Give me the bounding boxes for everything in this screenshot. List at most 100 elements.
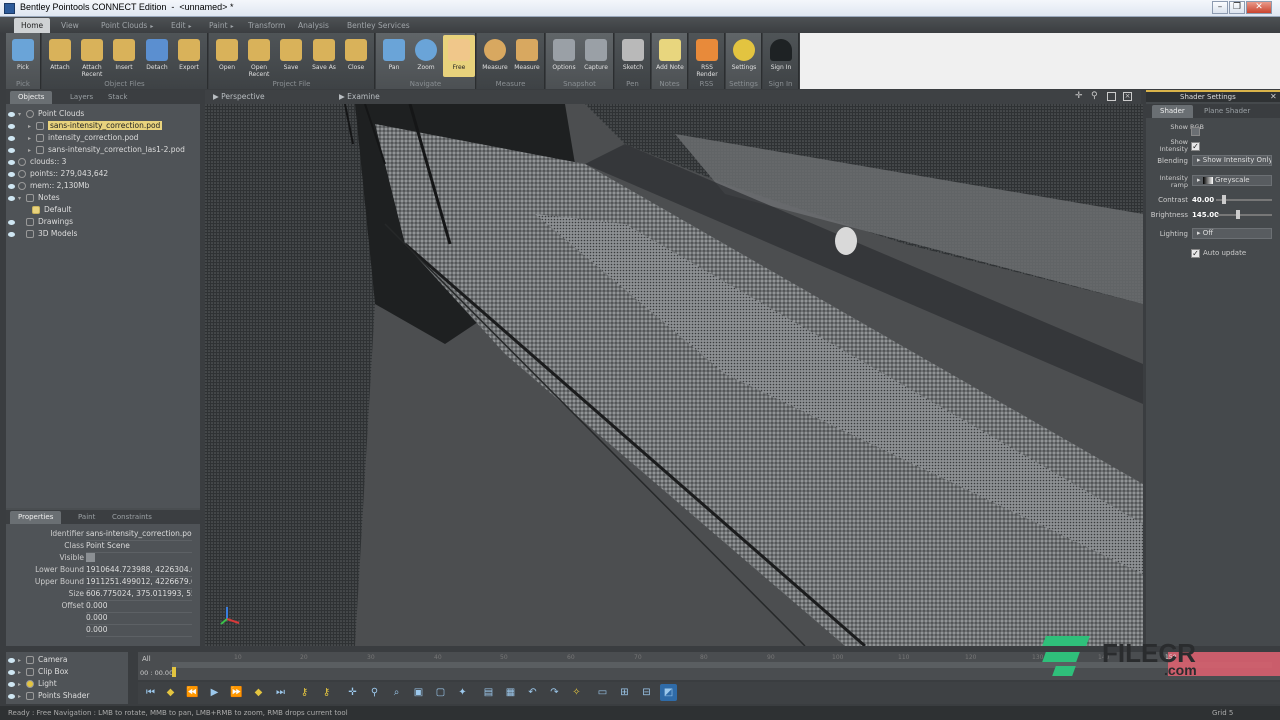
- visibility-eye-icon[interactable]: [8, 123, 15, 129]
- timeline-filter[interactable]: All: [142, 655, 151, 663]
- visibility-eye-icon[interactable]: [8, 681, 15, 687]
- sign-in-button[interactable]: Sign In: [765, 35, 797, 77]
- tab-paint[interactable]: Paint ▸: [202, 18, 241, 33]
- maximize-view-icon[interactable]: [1107, 92, 1116, 101]
- zoom-extents-icon[interactable]: ⌕: [388, 684, 405, 701]
- tab-home[interactable]: Home: [14, 18, 51, 33]
- visibility-eye-icon[interactable]: [8, 195, 15, 201]
- save-as-button[interactable]: Save As: [308, 35, 340, 77]
- pan-tool-icon[interactable]: ✛: [344, 684, 361, 701]
- visibility-eye-icon[interactable]: [8, 135, 15, 141]
- tab-bentley-services[interactable]: Bentley Services: [340, 18, 417, 33]
- minimize-icon[interactable]: –: [1212, 1, 1228, 14]
- step-back-icon[interactable]: ⏪: [184, 684, 201, 701]
- show-rgb-checkbox[interactable]: [1191, 127, 1200, 136]
- visibility-eye-icon[interactable]: [8, 111, 15, 117]
- brightness-slider-track[interactable]: [1216, 214, 1272, 216]
- export-button[interactable]: Export: [173, 35, 205, 77]
- visibility-eye-icon[interactable]: [8, 693, 15, 699]
- frame-icon[interactable]: ▢: [432, 684, 449, 701]
- free-button[interactable]: Free: [443, 35, 475, 77]
- tree-item-pod-file[interactable]: ▸ intensity_correction.pod: [8, 132, 202, 144]
- visibility-eye-icon[interactable]: [8, 219, 15, 225]
- tab-plane-shader[interactable]: Plane Shader: [1196, 105, 1258, 118]
- tree-item-3d-models[interactable]: 3D Models: [8, 228, 202, 240]
- insert-button[interactable]: Insert: [108, 35, 140, 77]
- close-project-button[interactable]: Close: [340, 35, 372, 77]
- tree-item-point-clouds[interactable]: ▾ Point Clouds: [8, 108, 202, 120]
- tab-edit[interactable]: Edit ▸: [164, 18, 199, 33]
- tab-perspective[interactable]: ▶ Perspective: [213, 92, 265, 101]
- key-delete-icon[interactable]: ⚷: [318, 684, 335, 701]
- skip-end-icon[interactable]: ⏭: [272, 684, 289, 701]
- timeline-playhead[interactable]: [172, 667, 176, 677]
- tab-objects[interactable]: Objects: [10, 91, 53, 104]
- open-button[interactable]: Open: [211, 35, 243, 77]
- wand-icon[interactable]: ✧: [568, 684, 585, 701]
- auto-update-checkbox[interactable]: ✓: [1191, 249, 1200, 258]
- pick-button[interactable]: Pick: [7, 35, 39, 77]
- close-view-icon[interactable]: ×: [1123, 92, 1132, 101]
- next-keyframe-icon[interactable]: ◆: [250, 684, 267, 701]
- measure-xyz-button[interactable]: Measure: [479, 35, 511, 77]
- add-keyframe-icon[interactable]: ◆: [162, 684, 179, 701]
- visibility-eye-icon[interactable]: [8, 657, 15, 663]
- attach-button[interactable]: Attach: [44, 35, 76, 77]
- tree-item-light[interactable]: ▸ Light: [8, 678, 128, 690]
- undo-icon[interactable]: ↶: [524, 684, 541, 701]
- layout-split-icon[interactable]: ⊟: [638, 684, 655, 701]
- tab-properties[interactable]: Properties: [10, 511, 62, 524]
- tree-item-default[interactable]: Default: [8, 204, 202, 216]
- detach-button[interactable]: Detach: [141, 35, 173, 77]
- tab-point-clouds[interactable]: Point Clouds ▸: [94, 18, 160, 33]
- tab-shader[interactable]: Shader: [1152, 105, 1193, 118]
- zoom-button[interactable]: Zoom: [410, 35, 442, 77]
- close-icon[interactable]: ✕: [1246, 1, 1272, 14]
- tree-item-points-shader[interactable]: ▸ Points Shader: [8, 690, 128, 702]
- save-button[interactable]: Save: [275, 35, 307, 77]
- film-icon[interactable]: ▤: [480, 684, 497, 701]
- tab-paint[interactable]: Paint: [70, 511, 103, 524]
- film-settings-icon[interactable]: ▦: [502, 684, 519, 701]
- brightness-slider-handle[interactable]: [1236, 210, 1240, 219]
- visibility-eye-icon[interactable]: [8, 231, 15, 237]
- lighting-dropdown[interactable]: ▸ Off: [1192, 228, 1272, 239]
- redo-icon[interactable]: ↷: [546, 684, 563, 701]
- settings-button[interactable]: Settings: [728, 35, 760, 77]
- tab-stack[interactable]: Stack: [100, 91, 135, 104]
- brightness-value[interactable]: 145.00: [1192, 208, 1219, 222]
- layout-single-icon[interactable]: ▭: [594, 684, 611, 701]
- tree-item-notes[interactable]: ▾ Notes: [8, 192, 202, 204]
- visible-checkbox[interactable]: [86, 553, 95, 562]
- tab-transform[interactable]: Transform: [241, 18, 292, 33]
- visibility-eye-icon[interactable]: [8, 669, 15, 675]
- layout-quad-icon[interactable]: ⊞: [616, 684, 633, 701]
- move-icon[interactable]: ✛: [1075, 92, 1084, 101]
- visibility-eye-icon[interactable]: [8, 147, 15, 153]
- step-forward-icon[interactable]: ⏩: [228, 684, 245, 701]
- skip-start-icon[interactable]: ⏮: [142, 684, 159, 701]
- options-button[interactable]: Options: [548, 35, 580, 77]
- pan-button[interactable]: Pan: [378, 35, 410, 77]
- key-icon[interactable]: ⚷: [296, 684, 313, 701]
- close-icon[interactable]: ✕: [1270, 92, 1277, 101]
- rss-render-button[interactable]: RSS Render: [691, 35, 723, 78]
- play-icon[interactable]: ▶: [206, 684, 223, 701]
- pin-icon[interactable]: ⚲: [1091, 92, 1100, 101]
- add-note-button[interactable]: Add Note: [654, 35, 686, 77]
- blending-dropdown[interactable]: ▸ Show Intensity Only: [1192, 155, 1272, 166]
- attach-recent-button[interactable]: Attach Recent: [76, 35, 108, 78]
- open-recent-button[interactable]: Open Recent: [243, 35, 275, 78]
- tab-view[interactable]: View: [54, 18, 86, 33]
- tree-item-pod-file[interactable]: ▸ sans-intensity_correction_las1-2.pod: [8, 144, 202, 156]
- tree-item-pod-file[interactable]: ▸ sans-intensity_correction.pod: [8, 120, 202, 132]
- intensity-ramp-dropdown[interactable]: ▸ Greyscale: [1192, 175, 1272, 186]
- tab-layers[interactable]: Layers: [62, 91, 101, 104]
- fit-view-icon[interactable]: ▣: [410, 684, 427, 701]
- 3d-viewport[interactable]: [205, 104, 1143, 646]
- show-intensity-checkbox[interactable]: ✓: [1191, 142, 1200, 151]
- measure-distance-button[interactable]: Measure: [511, 35, 543, 77]
- tree-item-clip-box[interactable]: ▸ Clip Box: [8, 666, 128, 678]
- capture-button[interactable]: Capture: [580, 35, 612, 77]
- tree-item-drawings[interactable]: Drawings: [8, 216, 202, 228]
